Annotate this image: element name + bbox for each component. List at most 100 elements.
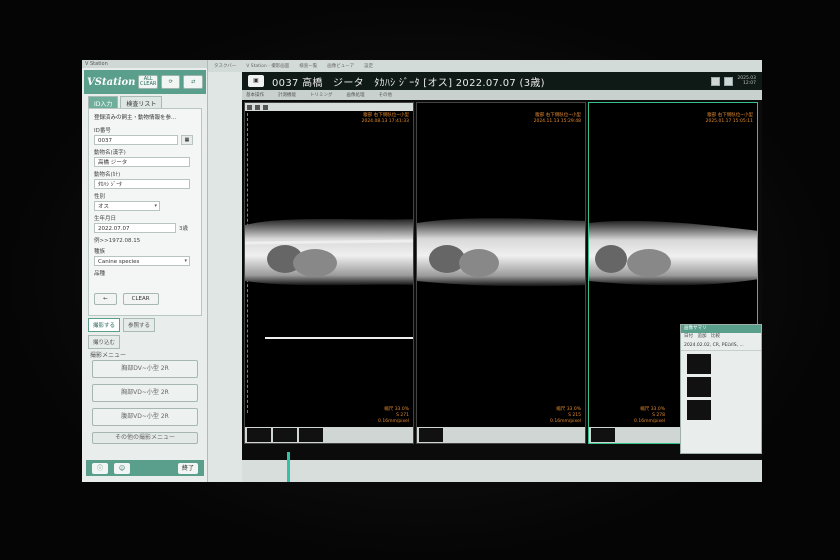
- xray-image: [589, 220, 757, 286]
- clock-time: 12:07: [743, 81, 756, 86]
- all-clear-button[interactable]: ALL CLEAR: [138, 75, 158, 89]
- other-menu-button[interactable]: その他の撮影メニュー: [92, 432, 198, 444]
- xray-pane[interactable]: 腹部 右下側臥位~小型 2024.11.13 15:29:48 縮尺 33.0% S…: [416, 102, 586, 444]
- summary-item[interactable]: 2024.02.02, CR, PELVIS, ...: [681, 341, 761, 351]
- name-kana-label: 動物名(ｶﾅ): [94, 172, 121, 178]
- summary-thumbnail[interactable]: [687, 400, 711, 420]
- form-note: 登録済みの飼主・動物情報を参...: [94, 115, 177, 121]
- scroll-indicator[interactable]: [287, 452, 290, 482]
- pane-footer: 縮尺 33.0% S 278 0.16mm/pixel: [634, 407, 665, 425]
- toolbar-item[interactable]: 基本操作: [246, 92, 264, 98]
- dob-label: 生年月日: [94, 216, 117, 222]
- species-select[interactable]: Canine species ▾: [94, 256, 190, 266]
- list-icon[interactable]: ▦: [181, 135, 193, 145]
- grid-icon[interactable]: [247, 104, 252, 110]
- enter-button[interactable]: ←: [94, 293, 117, 305]
- left-footer: ⓘ ☺ 終了: [86, 460, 204, 476]
- viewer-toolbar: 基本操作 計測機能 トリミング 画像処理 その他: [242, 90, 762, 100]
- transfer-icon[interactable]: ⇄: [183, 75, 203, 89]
- refresh-icon[interactable]: ⟳: [160, 75, 181, 89]
- pane-toolbar: [245, 103, 413, 111]
- thumb-strip: [417, 427, 585, 443]
- pen-icon[interactable]: [263, 104, 268, 110]
- species-label: 種族: [94, 249, 106, 255]
- print-icon[interactable]: [711, 76, 721, 86]
- patient-icon[interactable]: ▣: [248, 75, 264, 87]
- xray-pane[interactable]: 腹部 右下側臥位~小型 2024.08.13 17:41:33 縮尺 33.0% S…: [244, 102, 414, 444]
- sex-label: 性別: [94, 194, 106, 200]
- thumbnail[interactable]: [591, 428, 615, 442]
- dob-row: 2022.07.07 3歳: [94, 222, 196, 233]
- tab-capture[interactable]: 撮影する: [88, 318, 121, 332]
- toolbar-item[interactable]: その他: [379, 92, 393, 98]
- window-title: V Station: [82, 60, 207, 68]
- pane-pixel-size: 0.16mm/pixel: [634, 419, 665, 424]
- dob-field[interactable]: 2022.07.07: [94, 223, 176, 233]
- breed-label: 品種: [94, 271, 106, 277]
- viewer-header-right: 2025.03 12:07: [711, 76, 756, 86]
- name-kana-field[interactable]: ﾀｶﾊｼ ｼﾞｰﾀ: [94, 179, 190, 189]
- name-kanji-field[interactable]: 高橋 ジータ: [94, 157, 190, 167]
- menu-title: 撮影メニュー: [90, 352, 127, 359]
- summary-tools[interactable]: 日付 追加 比較: [681, 333, 761, 341]
- pane-info: 腹部 右下側臥位~小型 2024.08.13 17:41:33: [362, 113, 409, 125]
- species-value: Canine species: [98, 259, 140, 265]
- dob-example: 例>>1972.08.15: [94, 238, 141, 244]
- left-header: VStation ALL CLEAR ⟳ ⇄: [84, 70, 206, 94]
- top-strip: タスクバー V Station - 撮影画面 検査一覧 画像ビューア 設定: [208, 60, 762, 72]
- capture-menu: 胸部DV~小型 2R 胸部VD~小型 2R 腹部VD~小型 2R その他の撮影メ…: [92, 360, 198, 444]
- top-strip-item[interactable]: V Station - 撮影画面: [246, 63, 289, 69]
- id-field[interactable]: 0037: [94, 135, 178, 145]
- top-strip-item[interactable]: 検査一覧: [299, 63, 317, 69]
- patient-form: 登録済みの飼主・動物情報を参... ID番号 0037 ▦ 動物名(漢字) 高橋…: [88, 108, 202, 316]
- top-strip-item[interactable]: 画像ビューア: [327, 63, 354, 69]
- screen: V Station VStation ALL CLEAR ⟳ ⇄ ID入力 検査…: [82, 60, 762, 482]
- summary-title: 画像サマリ: [681, 325, 761, 333]
- pane-pixel-size: 0.16mm/pixel: [378, 419, 409, 424]
- tab-import[interactable]: 撮り込む: [88, 335, 121, 349]
- menu-item[interactable]: 胸部DV~小型 2R: [92, 360, 198, 378]
- pane-footer: 縮尺 33.0% S 215 0.16mm/pixel: [550, 407, 581, 425]
- sex-select[interactable]: オス ▾: [94, 201, 160, 211]
- menu-item[interactable]: 腹部VD~小型 2R: [92, 408, 198, 426]
- user-icon[interactable]: ☺: [114, 462, 130, 474]
- thumbnail[interactable]: [419, 428, 443, 442]
- left-panel: V Station VStation ALL CLEAR ⟳ ⇄ ID入力 検査…: [82, 60, 208, 482]
- clear-button[interactable]: CLEAR: [122, 293, 159, 305]
- clock: 2025.03 12:07: [737, 76, 756, 86]
- patient-title: 0037 高橋 ジータ ﾀｶﾊｼ ｼﾞｰﾀ [オス] 2022.07.07 (3…: [272, 77, 545, 89]
- top-strip-item[interactable]: 設定: [364, 63, 373, 69]
- toolbar-item[interactable]: 画像処理: [347, 92, 365, 98]
- pane-date: 2024.11.13 15:29:48: [533, 119, 581, 124]
- xray-image: [245, 219, 413, 286]
- toolbar-item[interactable]: トリミング: [310, 92, 333, 98]
- thumbnail[interactable]: [247, 428, 271, 442]
- xray-image: [417, 218, 585, 287]
- age-value: 3歳: [179, 225, 188, 232]
- tab-reference[interactable]: 参照する: [123, 318, 156, 332]
- summary-thumbnail[interactable]: [687, 377, 711, 397]
- info-icon[interactable]: ⓘ: [92, 462, 108, 474]
- chevron-down-icon: ▾: [184, 258, 187, 264]
- menu-item[interactable]: 胸部VD~小型 2R: [92, 384, 198, 402]
- pane-info: 腹部 右下側臥位~小型 2024.11.13 15:29:48: [534, 113, 581, 125]
- top-strip-item[interactable]: タスクバー: [214, 63, 236, 69]
- pane-date: 2024.08.13 17:41:33: [361, 119, 409, 124]
- name-kanji-label: 動物名(漢字): [94, 150, 126, 156]
- mode-tabs: 撮影する 参照する 撮り込む: [88, 318, 178, 349]
- edit-icon[interactable]: [255, 104, 260, 110]
- viewer-header: ▣ 0037 高橋 ジータ ﾀｶﾊｼ ｼﾞｰﾀ [オス] 2022.07.07 …: [242, 72, 762, 90]
- thumb-strip: [245, 427, 413, 443]
- chevron-down-icon: ▾: [154, 203, 157, 209]
- thumbnail[interactable]: [273, 428, 297, 442]
- sex-value: オス: [98, 204, 110, 210]
- summary-thumbnail[interactable]: [687, 354, 711, 374]
- bottom-bar: [242, 460, 762, 482]
- thumbnail[interactable]: [299, 428, 323, 442]
- exit-button[interactable]: 終了: [178, 462, 198, 474]
- toolbar-item[interactable]: 計測機能: [278, 92, 296, 98]
- settings-icon[interactable]: [724, 76, 734, 86]
- marker-line: [265, 337, 413, 339]
- pane-pixel-size: 0.16mm/pixel: [550, 419, 581, 424]
- pane-date: 2025.01.17 15:05:11: [705, 119, 753, 124]
